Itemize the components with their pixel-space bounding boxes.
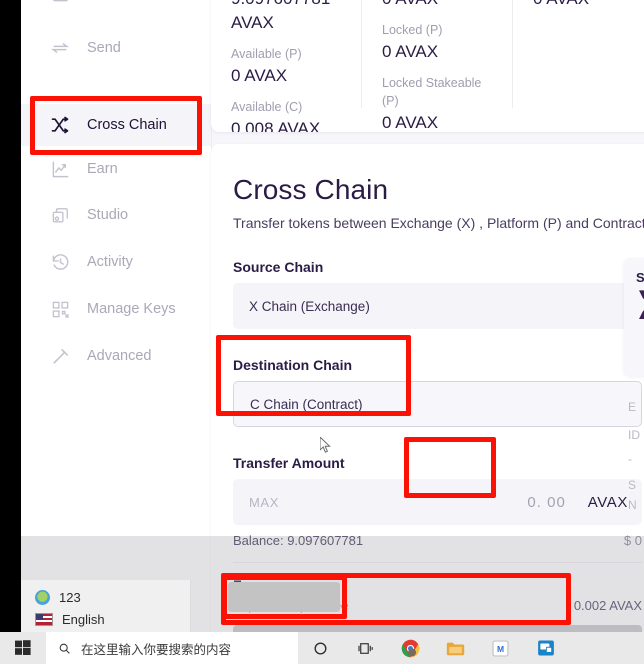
portfolio-icon bbox=[49, 0, 71, 4]
sidebar-item-manage-keys[interactable]: Manage Keys bbox=[21, 288, 211, 330]
sidebar-item-label: Cross Chain bbox=[87, 117, 167, 133]
sidebar-item-label: Manage Keys bbox=[87, 301, 176, 317]
side-text-line-3: - bbox=[628, 452, 632, 466]
task-view-icon[interactable] bbox=[343, 632, 388, 664]
balance-value: 0 AVAX bbox=[382, 42, 439, 61]
sidebar-item-label: Activity bbox=[87, 254, 133, 270]
transfer-amount-field[interactable]: MAX 0. 00 AVAX bbox=[233, 479, 642, 525]
sidebar-item-label: Earn bbox=[87, 161, 118, 177]
max-button[interactable]: MAX bbox=[233, 495, 295, 510]
cortana-circle-icon[interactable] bbox=[298, 632, 343, 664]
sidebar-item-advanced[interactable]: Advanced bbox=[21, 335, 211, 377]
destination-chain-value: C Chain (Contract) bbox=[250, 396, 363, 412]
ime-language-label: English bbox=[62, 611, 105, 627]
chevron-down-icon: ▼ bbox=[636, 286, 644, 303]
ime-mode-icon bbox=[35, 589, 50, 605]
sidebar-item-label: Send bbox=[87, 40, 121, 56]
ime-indicator[interactable]: 123 English bbox=[21, 580, 191, 632]
destination-chain-select[interactable]: C Chain (Contract) bbox=[233, 381, 642, 427]
side-card-title: S bbox=[636, 270, 644, 285]
us-flag-icon bbox=[35, 612, 53, 626]
amount-balance-row: Balance: 9.097607781 $ 0 bbox=[233, 533, 642, 548]
side-text-line-5: N bbox=[628, 498, 637, 512]
screenshot-root: Portfolio Send Cross C bbox=[0, 0, 644, 664]
cross-chain-panel: Cross Chain Transfer tokens between Exch… bbox=[211, 144, 644, 632]
balance-label: Locked (P) bbox=[382, 23, 443, 37]
sidebar-item-cross-chain[interactable]: Cross Chain bbox=[21, 104, 211, 146]
metamask-icon[interactable]: M bbox=[478, 632, 523, 664]
page-title: Cross Chain bbox=[233, 174, 389, 205]
chrome-icon[interactable] bbox=[388, 632, 433, 664]
balance-value: 0 AVAX bbox=[382, 113, 439, 132]
file-explorer-icon[interactable] bbox=[433, 632, 478, 664]
balance-column-staking: Staking 0 AVAX bbox=[513, 0, 644, 132]
balance-summary-card: Available (X) 9.097607781 AVAX Available… bbox=[211, 0, 644, 132]
confirm-button[interactable]: CONFIRM bbox=[233, 625, 642, 632]
sidebar-item-label: Studio bbox=[87, 207, 129, 223]
windows-start-icon[interactable] bbox=[0, 632, 46, 664]
balance-value: 0 AVAX bbox=[382, 0, 493, 11]
balance-label: Locked Stakeable (P) bbox=[382, 76, 482, 108]
transfer-amount-label: Transfer Amount bbox=[233, 455, 345, 471]
balance-value: 0 AVAX bbox=[231, 66, 288, 85]
fee-value: 0.002 AVAX bbox=[573, 598, 642, 613]
balance-label: Available (P) bbox=[231, 47, 302, 61]
balance-label: Available (C) bbox=[231, 100, 303, 114]
balance-value: 9.097607781 AVAX bbox=[231, 0, 330, 32]
avalanche-wallet-window: Portfolio Send Cross C bbox=[21, 0, 644, 632]
screen-left-gutter bbox=[0, 0, 21, 632]
balance-column-available: Available (X) 9.097607781 AVAX Available… bbox=[211, 0, 362, 132]
ime-mode-row[interactable]: 123 bbox=[35, 586, 190, 608]
side-text-line-2: ID bbox=[628, 428, 640, 442]
balance-column-locked: Locked (X) 0 AVAX Locked (P) 0 AVAX Lock… bbox=[362, 0, 513, 132]
mouse-cursor bbox=[320, 437, 331, 453]
sidebar-item-portfolio[interactable]: Portfolio bbox=[21, 0, 211, 14]
side-text-line-4: S bbox=[628, 478, 637, 492]
side-text-line-1: E bbox=[628, 400, 637, 414]
sidebar-item-studio[interactable]: Studio bbox=[21, 194, 211, 236]
taskbar-search-box[interactable]: 在这里输入你要搜索的内容 bbox=[46, 632, 298, 664]
svg-text:M: M bbox=[497, 644, 504, 654]
balance-value: 0 AVAX bbox=[533, 0, 644, 11]
sidebar: Portfolio Send Cross C bbox=[21, 0, 212, 632]
ime-language-row[interactable]: English bbox=[35, 608, 190, 630]
side-summary-card: S ▼ ▲ bbox=[624, 258, 644, 376]
destination-chain-label: Destination Chain bbox=[233, 357, 353, 373]
available-balance-text: Balance: 9.097607781 bbox=[233, 533, 364, 548]
taskbar-search-placeholder: 在这里输入你要搜索的内容 bbox=[81, 642, 232, 657]
send-icon bbox=[49, 37, 71, 59]
taskbar-icons: M bbox=[298, 632, 568, 664]
advanced-icon bbox=[49, 345, 71, 367]
search-icon bbox=[59, 643, 70, 654]
chevron-up-icon: ▲ bbox=[636, 306, 644, 323]
page-subtitle: Transfer tokens between Exchange (X) , P… bbox=[233, 215, 644, 231]
windows-taskbar: 在这里输入你要搜索的内容 M bbox=[0, 632, 644, 664]
remote-desktop-icon[interactable] bbox=[523, 632, 568, 664]
section-divider bbox=[233, 562, 642, 563]
amount-input[interactable]: 0. 00 bbox=[295, 494, 582, 511]
studio-icon bbox=[49, 204, 71, 226]
manage-keys-icon bbox=[49, 298, 71, 320]
sidebar-item-label: Portfolio bbox=[87, 0, 140, 1]
source-chain-select[interactable]: X Chain (Exchange) bbox=[233, 283, 642, 329]
taskbar-thumbnail-preview[interactable] bbox=[228, 582, 340, 612]
source-chain-label: Source Chain bbox=[233, 259, 324, 275]
sidebar-item-activity[interactable]: Activity bbox=[21, 241, 211, 283]
sidebar-item-earn[interactable]: Earn bbox=[21, 148, 211, 190]
balance-value: 0.008 AVAX bbox=[231, 119, 321, 132]
source-chain-value: X Chain (Exchange) bbox=[249, 298, 370, 314]
sidebar-item-label: Advanced bbox=[87, 348, 152, 364]
earn-icon bbox=[49, 158, 71, 180]
activity-icon bbox=[49, 251, 71, 273]
ime-mode-label: 123 bbox=[59, 589, 81, 605]
cross-chain-icon bbox=[49, 114, 71, 136]
sidebar-item-send[interactable]: Send bbox=[21, 27, 211, 69]
amount-usd-value: $ 0 bbox=[623, 533, 642, 548]
